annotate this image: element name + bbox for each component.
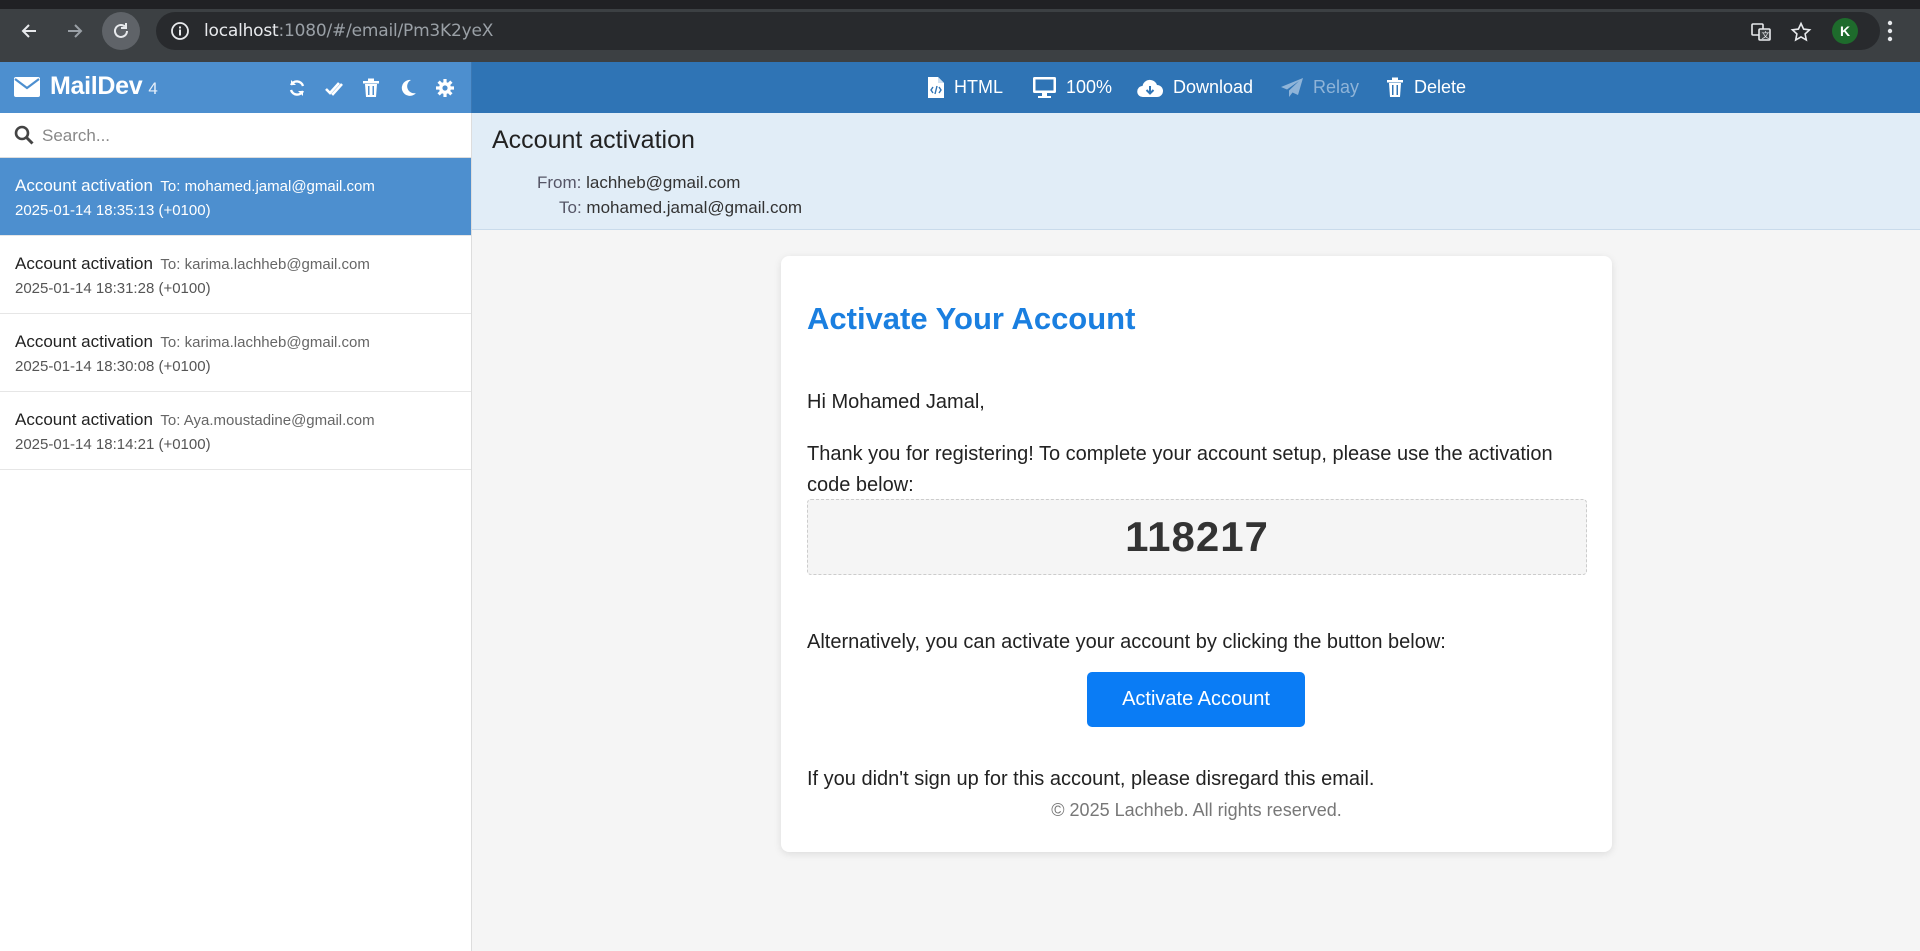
- email-list-item[interactable]: Account activation To: mohamed.jamal@gma…: [0, 158, 471, 236]
- message-subject: Account activation: [492, 126, 695, 154]
- search-input[interactable]: [42, 122, 452, 150]
- email-subject: Account activation: [15, 176, 153, 195]
- email-disclaimer: If you didn't sign up for this account, …: [807, 768, 1375, 790]
- email-alternative: Alternatively, you can activate your acc…: [807, 631, 1446, 653]
- relay-label: Relay: [1313, 77, 1360, 97]
- email-recipient: To: Aya.moustadine@gmail.com: [160, 412, 375, 429]
- url-text[interactable]: localhost:1080/#/email/Pm3K2yeX: [204, 21, 493, 41]
- back-button[interactable]: [10, 12, 48, 50]
- app-name: MailDev: [50, 72, 143, 100]
- delete-button[interactable]: Delete: [1386, 62, 1466, 113]
- activate-account-button[interactable]: Activate Account: [1087, 672, 1305, 727]
- email-date: 2025-01-14 18:30:08 (+0100): [15, 358, 211, 375]
- message-from: From: lachheb@gmail.com: [537, 173, 740, 193]
- paper-plane-icon: [1281, 77, 1303, 97]
- from-address[interactable]: lachheb@gmail.com: [586, 173, 740, 192]
- address-bar[interactable]: localhost:1080/#/email/Pm3K2yeX 文: [156, 12, 1880, 50]
- more-menu-icon[interactable]: [1882, 18, 1898, 44]
- star-icon[interactable]: [1790, 21, 1812, 43]
- translate-icon[interactable]: 文: [1750, 21, 1772, 43]
- message-preview: Activate Your Account Hi Mohamed Jamal, …: [472, 230, 1920, 951]
- zoom-button[interactable]: 100%: [1033, 62, 1112, 113]
- trash-icon: [1387, 77, 1403, 97]
- reload-icon: [114, 23, 128, 38]
- email-title: Activate Your Account: [807, 301, 1136, 336]
- email-date: 2025-01-14 18:14:21 (+0100): [15, 436, 211, 453]
- download-label: Download: [1173, 77, 1254, 97]
- arrow-left-icon: [21, 24, 36, 38]
- email-recipient: To: karima.lachheb@gmail.com: [160, 334, 370, 351]
- moon-icon: [401, 79, 416, 96]
- brand[interactable]: MailDev 4: [14, 72, 158, 101]
- email-list-item[interactable]: Account activation To: karima.lachheb@gm…: [0, 236, 471, 314]
- email-footer: © 2025 Lachheb. All rights reserved.: [1051, 800, 1342, 820]
- gear-icon: [435, 79, 454, 97]
- app-header: MailDev 4: [0, 62, 472, 113]
- from-label: From:: [537, 173, 582, 192]
- delete-all-button[interactable]: [352, 75, 389, 101]
- tab-strip: [0, 0, 1920, 9]
- email-recipient: To: karima.lachheb@gmail.com: [160, 256, 370, 273]
- zoom-label: 100%: [1066, 77, 1113, 97]
- view-html-button[interactable]: HTML: [928, 62, 1003, 113]
- mark-all-read-button[interactable]: [315, 75, 352, 101]
- email-date: 2025-01-14 18:35:13 (+0100): [15, 202, 211, 219]
- email-subject: Account activation: [15, 254, 153, 273]
- browser-chrome: localhost:1080/#/email/Pm3K2yeX 文 K: [0, 0, 1920, 62]
- delete-label: Delete: [1414, 77, 1467, 97]
- trash-icon: [362, 78, 379, 97]
- profile-avatar[interactable]: K: [1832, 18, 1858, 44]
- message-toolbar: HTML 100% Download Relay Delete: [472, 62, 1920, 113]
- email-recipient: To: mohamed.jamal@gmail.com: [160, 178, 375, 195]
- header-actions: [278, 75, 463, 101]
- email-list-sidebar: Account activation To: mohamed.jamal@gma…: [0, 113, 472, 951]
- forward-button[interactable]: [56, 12, 94, 50]
- search-icon: [14, 125, 34, 145]
- email-subject: Account activation: [15, 410, 153, 429]
- email-list-item[interactable]: Account activation To: Aya.moustadine@gm…: [0, 392, 471, 470]
- site-info-icon[interactable]: [170, 21, 190, 41]
- search-bar: [0, 113, 471, 158]
- email-card: Activate Your Account Hi Mohamed Jamal, …: [781, 256, 1612, 852]
- email-list-item[interactable]: Account activation To: karima.lachheb@gm…: [0, 314, 471, 392]
- url-path: :1080/#/email/Pm3K2yeX: [278, 21, 494, 41]
- email-date: 2025-01-14 18:31:28 (+0100): [15, 280, 211, 297]
- theme-toggle-button[interactable]: [389, 75, 426, 101]
- envelope-icon: [14, 76, 40, 97]
- message-header: Account activation From: lachheb@gmail.c…: [472, 113, 1920, 230]
- reload-button[interactable]: [102, 12, 140, 50]
- download-button[interactable]: Download: [1137, 62, 1253, 113]
- relay-button[interactable]: Relay: [1281, 62, 1359, 113]
- refresh-icon: [289, 80, 304, 96]
- url-host: localhost: [204, 21, 279, 41]
- email-greeting: Hi Mohamed Jamal,: [807, 391, 985, 413]
- to-address[interactable]: mohamed.jamal@gmail.com: [586, 198, 802, 217]
- svg-text:文: 文: [1762, 30, 1770, 40]
- email-intro: Thank you for registering! To complete y…: [807, 443, 1553, 496]
- double-check-icon: [324, 82, 343, 96]
- settings-button[interactable]: [426, 75, 463, 101]
- email-subject: Account activation: [15, 332, 153, 351]
- message-to: To: mohamed.jamal@gmail.com: [559, 198, 802, 218]
- cloud-download-icon: [1137, 79, 1163, 97]
- arrow-right-icon: [68, 24, 83, 38]
- email-count: 4: [148, 79, 158, 98]
- activation-code: 118217: [807, 499, 1587, 575]
- monitor-icon: [1033, 77, 1056, 98]
- code-file-icon: [928, 77, 944, 98]
- view-html-label: HTML: [954, 77, 1003, 97]
- to-label: To:: [559, 198, 582, 217]
- refresh-button[interactable]: [278, 75, 315, 101]
